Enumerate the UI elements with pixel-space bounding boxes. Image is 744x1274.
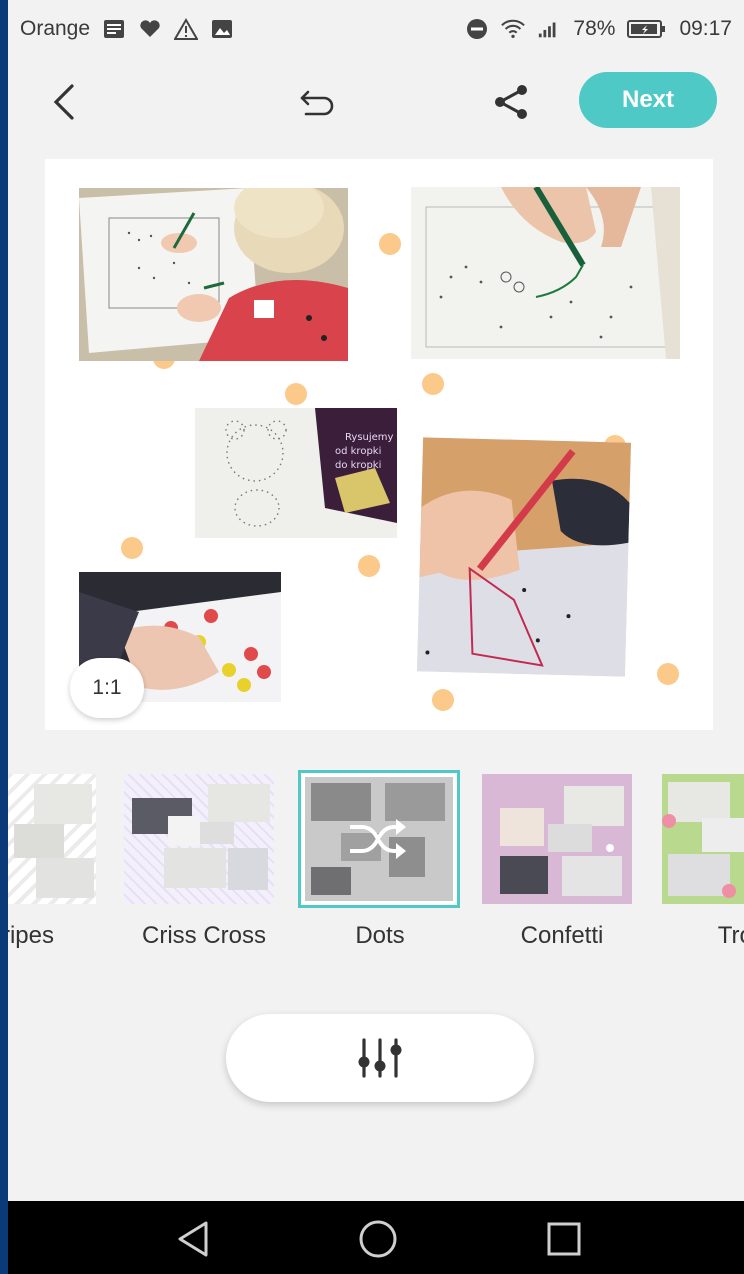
layout-thumb [8, 774, 96, 904]
system-nav-bar [8, 1201, 744, 1274]
back-arrow-icon [53, 84, 74, 120]
layout-strip[interactable]: ripes Criss Cross [8, 768, 744, 968]
message-icon [102, 17, 126, 41]
layout-tropical[interactable]: Trop [662, 768, 744, 968]
layout-label: Confetti [520, 922, 604, 949]
next-button[interactable]: Next [579, 72, 717, 128]
clock: 09:17 [679, 17, 732, 40]
share-button[interactable] [476, 60, 546, 144]
nav-home-button[interactable] [354, 1215, 402, 1263]
layout-thumb-selected [298, 770, 460, 908]
photo-bear-book[interactable]: Rysujemy od kropki do kropki [195, 408, 397, 538]
image-icon [210, 17, 234, 41]
app-frame: Orange 78% 09:17 Next Rysujemy od kropki… [8, 0, 744, 1274]
layout-criss-cross[interactable]: Criss Cross [124, 768, 284, 968]
carrier-name: Orange [20, 17, 91, 40]
undo-button[interactable] [283, 60, 353, 144]
decor-dot [432, 689, 454, 711]
adjust-settings-button[interactable] [226, 1014, 534, 1102]
decor-dot [422, 373, 444, 395]
decor-dot [121, 537, 143, 559]
share-icon [495, 85, 527, 119]
layout-thumb [482, 774, 632, 904]
layout-label: Dots [355, 922, 405, 949]
nav-back-button[interactable] [170, 1215, 218, 1263]
wifi-icon [501, 17, 526, 41]
circle-home-icon [359, 1220, 397, 1258]
collage-canvas[interactable]: Rysujemy od kropki do kropki [45, 159, 713, 730]
layout-confetti[interactable]: Confetti [482, 768, 642, 968]
layout-thumb [124, 774, 274, 904]
warning-icon [174, 17, 199, 41]
shuffle-icon[interactable] [346, 815, 410, 863]
decor-dot [358, 555, 380, 577]
layout-dots[interactable]: Dots [298, 768, 460, 968]
back-button[interactable] [30, 60, 100, 144]
toolbar: Next [8, 60, 744, 144]
book-title-line-3: do kropki [335, 460, 381, 471]
triangle-back-icon [178, 1221, 208, 1257]
do-not-disturb-icon [465, 17, 489, 41]
photo-green-pen[interactable] [411, 187, 680, 359]
photo-girl-drawing[interactable] [79, 188, 348, 361]
aspect-ratio-button[interactable]: 1:1 [70, 658, 144, 718]
battery-percent: 78% [573, 17, 616, 40]
layout-thumb [662, 774, 744, 904]
layout-stripes[interactable]: ripes [8, 768, 106, 968]
battery-icon [627, 17, 667, 41]
signal-icon [537, 17, 561, 41]
layout-label: Criss Cross [142, 922, 266, 949]
status-bar: Orange 78% 09:17 [8, 0, 744, 58]
square-recents-icon [547, 1222, 581, 1256]
sliders-icon [358, 1038, 402, 1078]
undo-icon [300, 90, 334, 116]
photo-red-pen[interactable] [416, 437, 632, 677]
decor-dot [657, 663, 679, 685]
decor-dot [379, 233, 401, 255]
heart-hands-icon [138, 17, 162, 41]
decor-dot [285, 383, 307, 405]
book-title-line-1: Rysujemy [345, 432, 394, 443]
book-title-line-2: od kropki [335, 446, 381, 457]
nav-recents-button[interactable] [540, 1215, 588, 1263]
layout-label: Trop [717, 922, 744, 949]
